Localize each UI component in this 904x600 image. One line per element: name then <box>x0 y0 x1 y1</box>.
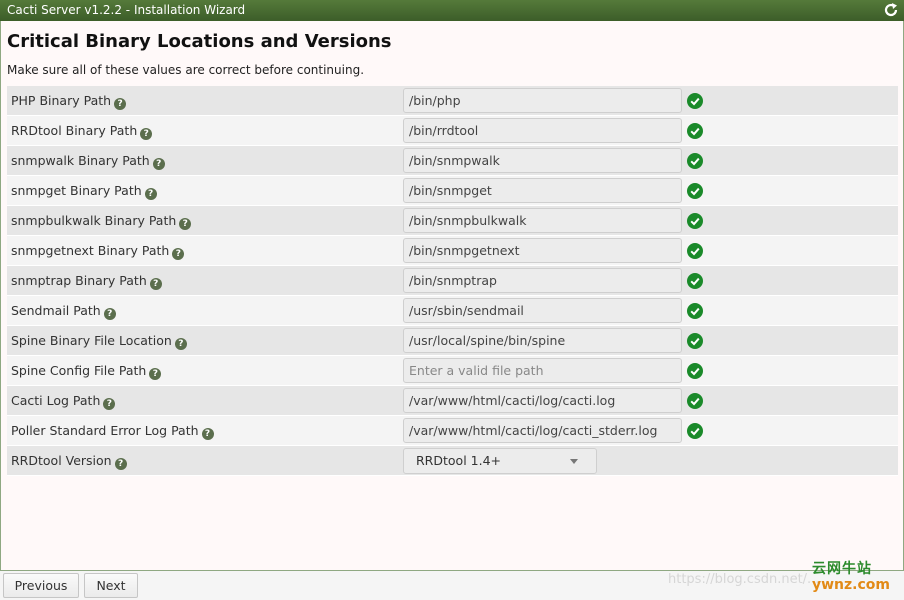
field-label: Cacti Log Path? <box>11 386 116 416</box>
spine-binary-path-input[interactable] <box>403 328 682 353</box>
field-label: snmpbulkwalk Binary Path? <box>11 206 192 236</box>
field-label: snmpget Binary Path? <box>11 176 157 206</box>
field-label: Sendmail Path? <box>11 296 116 326</box>
field-label: PHP Binary Path? <box>11 86 127 116</box>
field-row-spine-config: Spine Config File Path? <box>7 356 898 386</box>
valid-check-icon <box>687 333 703 349</box>
help-icon[interactable]: ? <box>103 308 116 320</box>
field-row-snmpgetnext: snmpgetnext Binary Path? <box>7 236 898 266</box>
field-row-spine-binary: Spine Binary File Location? <box>7 326 898 356</box>
rrdtool-version-select[interactable]: RRDtool 1.4+ <box>403 448 597 474</box>
watermark-url: https://blog.csdn.net/... <box>668 572 820 587</box>
window-titlebar: Cacti Server v1.2.2 - Installation Wizar… <box>0 0 904 21</box>
field-label: Spine Binary File Location? <box>11 326 187 356</box>
snmpbulkwalk-path-input[interactable] <box>403 208 682 233</box>
help-icon[interactable]: ? <box>179 218 192 230</box>
valid-check-icon <box>687 183 703 199</box>
help-icon[interactable]: ? <box>149 278 162 290</box>
watermark-logo: 云网牛站 ywnz.com <box>812 561 890 597</box>
valid-check-icon <box>687 393 703 409</box>
field-label: Poller Standard Error Log Path? <box>11 416 214 446</box>
field-row-snmpget: snmpget Binary Path? <box>7 176 898 206</box>
valid-check-icon <box>687 303 703 319</box>
wizard-footer: Previous Next https://blog.csdn.net/... <box>0 571 904 600</box>
field-row-rrdtool: RRDtool Binary Path? <box>7 116 898 146</box>
field-row-snmptrap: snmptrap Binary Path? <box>7 266 898 296</box>
field-row-cacti-log: Cacti Log Path? <box>7 386 898 416</box>
field-label: snmpgetnext Binary Path? <box>11 236 185 266</box>
field-label: snmpwalk Binary Path? <box>11 146 165 176</box>
field-label: RRDtool Version? <box>11 446 127 476</box>
field-row-snmpwalk: snmpwalk Binary Path? <box>7 146 898 176</box>
help-icon[interactable]: ? <box>144 188 157 200</box>
valid-check-icon <box>687 153 703 169</box>
field-row-rrdtool-version: RRDtool Version? RRDtool 1.4+ <box>7 446 898 476</box>
window-title: Cacti Server v1.2.2 - Installation Wizar… <box>7 3 246 17</box>
previous-button[interactable]: Previous <box>3 573 79 598</box>
valid-check-icon <box>687 273 703 289</box>
refresh-icon[interactable] <box>883 1 899 19</box>
spine-config-path-input[interactable] <box>403 358 682 383</box>
field-label: snmptrap Binary Path? <box>11 266 162 296</box>
php-path-input[interactable] <box>403 88 682 113</box>
help-icon[interactable]: ? <box>174 338 187 350</box>
valid-check-icon <box>687 213 703 229</box>
help-icon[interactable]: ? <box>140 128 153 140</box>
chevron-down-icon <box>570 459 578 464</box>
help-icon[interactable]: ? <box>152 158 165 170</box>
help-icon[interactable]: ? <box>149 368 162 380</box>
field-row-php: PHP Binary Path? <box>7 86 898 116</box>
valid-check-icon <box>687 243 703 259</box>
page-subtitle: Make sure all of these values are correc… <box>7 63 365 77</box>
help-icon[interactable]: ? <box>114 98 127 110</box>
binary-paths-table: PHP Binary Path? RRDtool Binary Path? sn… <box>7 86 898 476</box>
rrdtool-path-input[interactable] <box>403 118 682 143</box>
valid-check-icon <box>687 363 703 379</box>
select-value: RRDtool 1.4+ <box>416 453 501 468</box>
help-icon[interactable]: ? <box>201 428 214 440</box>
cacti-log-path-input[interactable] <box>403 388 682 413</box>
watermark-logo-cn: 云网牛站 <box>812 561 872 577</box>
next-button[interactable]: Next <box>84 573 138 598</box>
field-label: RRDtool Binary Path? <box>11 116 153 146</box>
page-title: Critical Binary Locations and Versions <box>7 31 392 52</box>
snmpgetnext-path-input[interactable] <box>403 238 682 263</box>
field-label: Spine Config File Path? <box>11 356 162 386</box>
valid-check-icon <box>687 423 703 439</box>
sendmail-path-input[interactable] <box>403 298 682 323</box>
valid-check-icon <box>687 123 703 139</box>
poller-stderr-log-path-input[interactable] <box>403 418 682 443</box>
snmpget-path-input[interactable] <box>403 178 682 203</box>
help-icon[interactable]: ? <box>172 248 185 260</box>
help-icon[interactable]: ? <box>114 458 127 470</box>
field-row-snmpbulkwalk: snmpbulkwalk Binary Path? <box>7 206 898 236</box>
wizard-panel: Critical Binary Locations and Versions M… <box>0 21 904 571</box>
snmpwalk-path-input[interactable] <box>403 148 682 173</box>
snmptrap-path-input[interactable] <box>403 268 682 293</box>
watermark-logo-en: ywnz.com <box>812 577 890 593</box>
field-row-poller-stderr-log: Poller Standard Error Log Path? <box>7 416 898 446</box>
valid-check-icon <box>687 93 703 109</box>
field-row-sendmail: Sendmail Path? <box>7 296 898 326</box>
help-icon[interactable]: ? <box>103 398 116 410</box>
